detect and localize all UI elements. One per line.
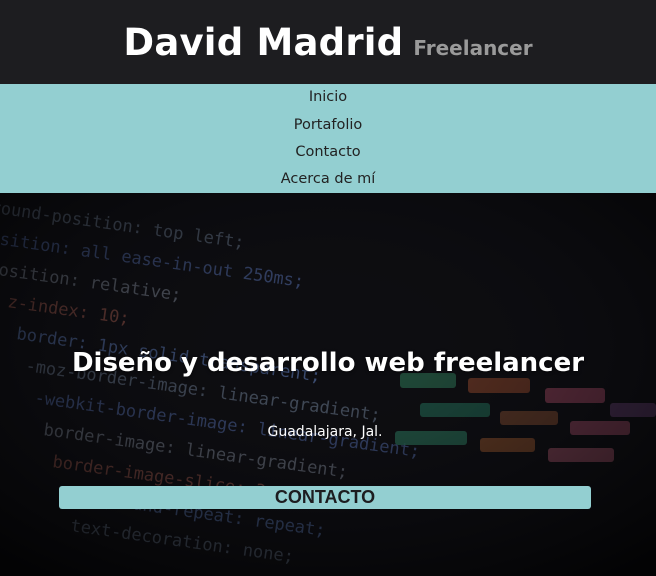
nav-link-inicio[interactable]: Inicio (0, 89, 656, 105)
nav-link-acerca[interactable]: Acerca de mí (0, 171, 656, 187)
hero-section: ground-position: top left;nsition: all e… (0, 193, 656, 576)
hero-title: Diseño y desarrollo web freelancer (71, 348, 585, 378)
hero-overlay (0, 193, 656, 576)
brand: David Madrid Freelancer (123, 21, 532, 64)
nav-link-portafolio[interactable]: Portafolio (0, 117, 656, 133)
hero-location: Guadalajara, Jal. (267, 424, 383, 440)
site-header: David Madrid Freelancer (0, 0, 656, 84)
nav-link-contacto[interactable]: Contacto (0, 144, 656, 160)
brand-tagline: Freelancer (413, 35, 533, 60)
brand-name[interactable]: David Madrid (123, 21, 403, 64)
main-nav: Inicio Portafolio Contacto Acerca de mí (0, 84, 656, 193)
contact-button[interactable]: CONTACTO (59, 486, 591, 509)
